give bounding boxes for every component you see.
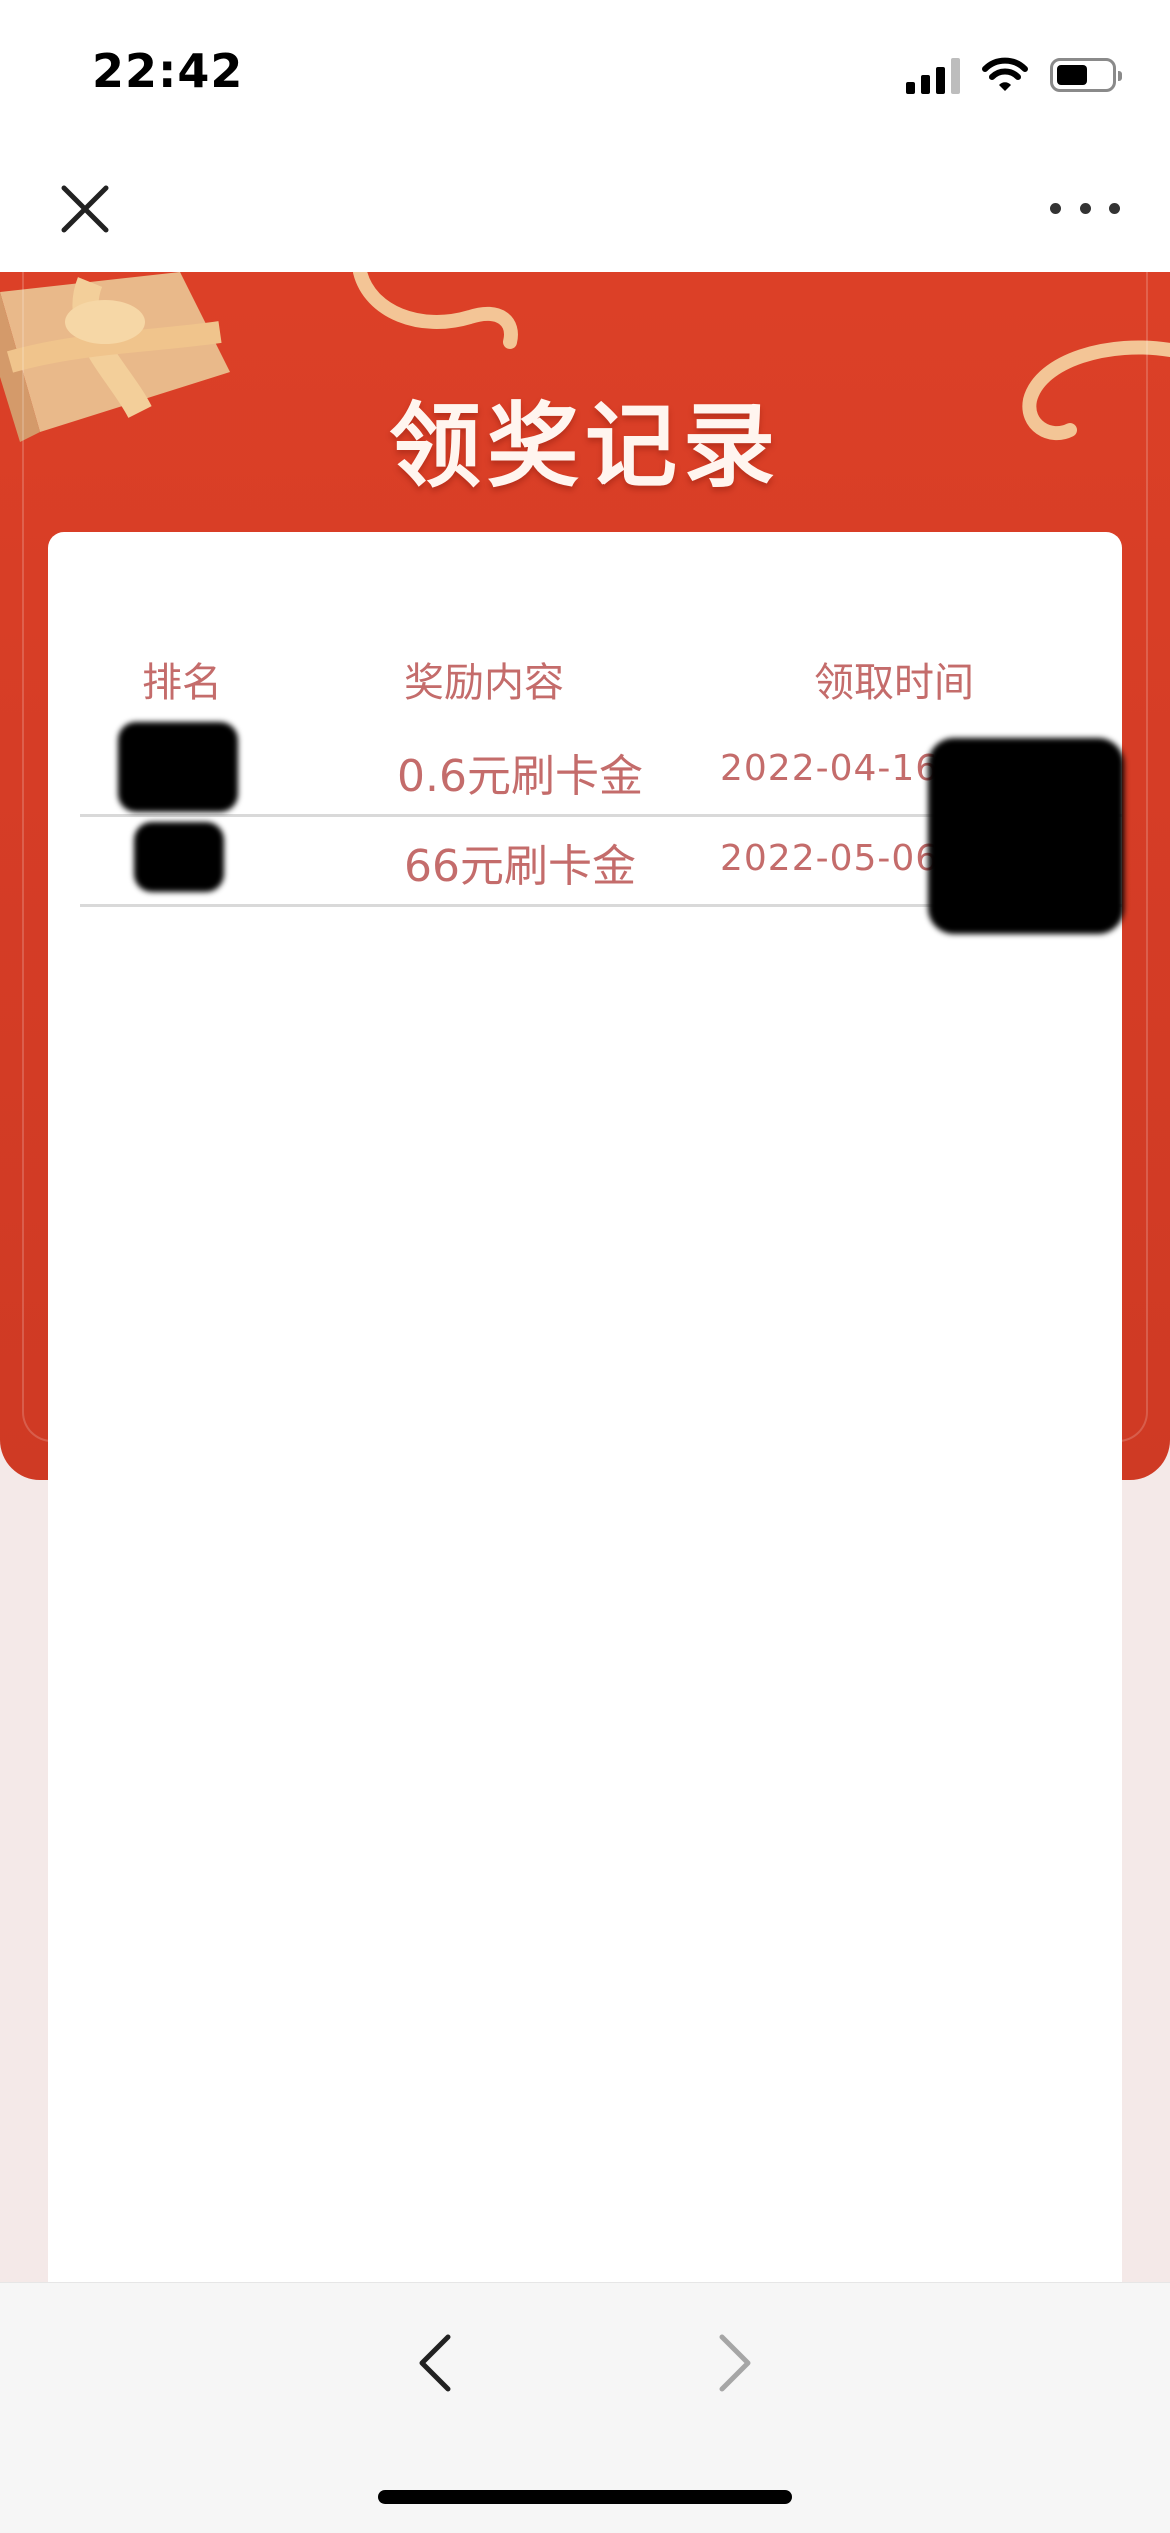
close-icon[interactable] xyxy=(54,178,116,240)
column-header-reward: 奖励内容 xyxy=(404,660,564,706)
time-cell: 2022-05-06 xyxy=(720,838,940,879)
gift-decoration-icon xyxy=(0,272,230,442)
status-icons xyxy=(906,52,1122,98)
reward-cell: 66元刷卡金 xyxy=(404,841,636,892)
records-card: 排名 奖励内容 领取时间 0.6元刷卡金 2022-04-16 66元刷卡金 2… xyxy=(48,532,1124,2282)
signal-icon xyxy=(906,56,960,94)
wifi-icon xyxy=(982,57,1028,91)
battery-icon xyxy=(1050,58,1122,92)
redaction-mark xyxy=(928,738,1124,934)
column-header-rank: 排名 xyxy=(142,660,222,706)
time-cell: 2022-04-16 xyxy=(720,748,940,789)
back-icon[interactable] xyxy=(410,2331,460,2395)
redaction-mark xyxy=(118,722,238,812)
ribbon-decoration-icon xyxy=(1022,340,1170,441)
ribbon-decoration-icon xyxy=(353,272,518,349)
nav-bar xyxy=(0,150,1170,272)
rank-cell xyxy=(110,722,238,812)
forward-icon[interactable] xyxy=(710,2331,760,2395)
status-time: 22:42 xyxy=(92,44,244,98)
more-icon[interactable] xyxy=(1050,195,1120,221)
status-bar: 22:42 xyxy=(0,0,1170,150)
page-title: 领奖记录 xyxy=(388,393,781,500)
reward-cell: 0.6元刷卡金 xyxy=(397,751,643,802)
column-header-time: 领取时间 xyxy=(814,660,974,706)
home-indicator xyxy=(378,2490,792,2504)
rank-cell xyxy=(110,822,230,892)
redaction-mark xyxy=(134,822,224,892)
